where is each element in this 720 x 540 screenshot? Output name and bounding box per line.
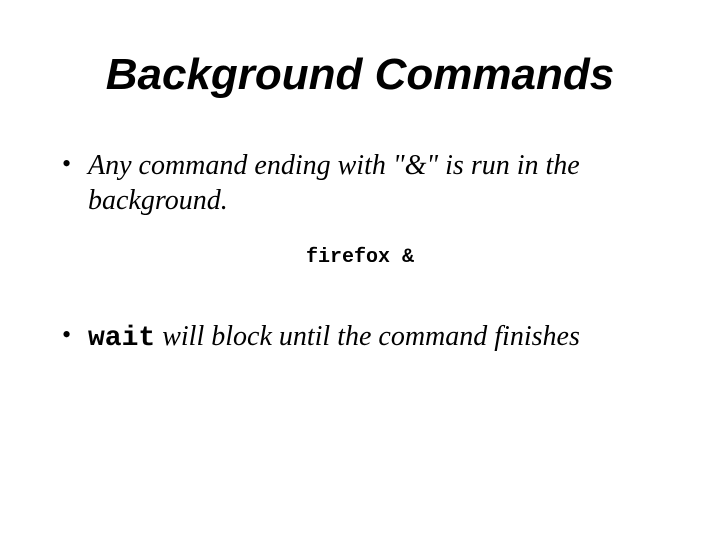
bullet-list: Any command ending with "&" is run in th…	[60, 148, 660, 218]
slide-title: Background Commands	[60, 50, 660, 100]
bullet-item-2: wait will block until the command finish…	[88, 319, 660, 356]
slide: Background Commands Any command ending w…	[0, 0, 720, 540]
bullet-list-2: wait will block until the command finish…	[60, 319, 660, 356]
bullet-item-1: Any command ending with "&" is run in th…	[88, 148, 660, 218]
code-example: firefox &	[60, 246, 660, 269]
bullet-item-2-text: will block until the command finishes	[155, 321, 580, 352]
wait-command: wait	[88, 323, 155, 354]
